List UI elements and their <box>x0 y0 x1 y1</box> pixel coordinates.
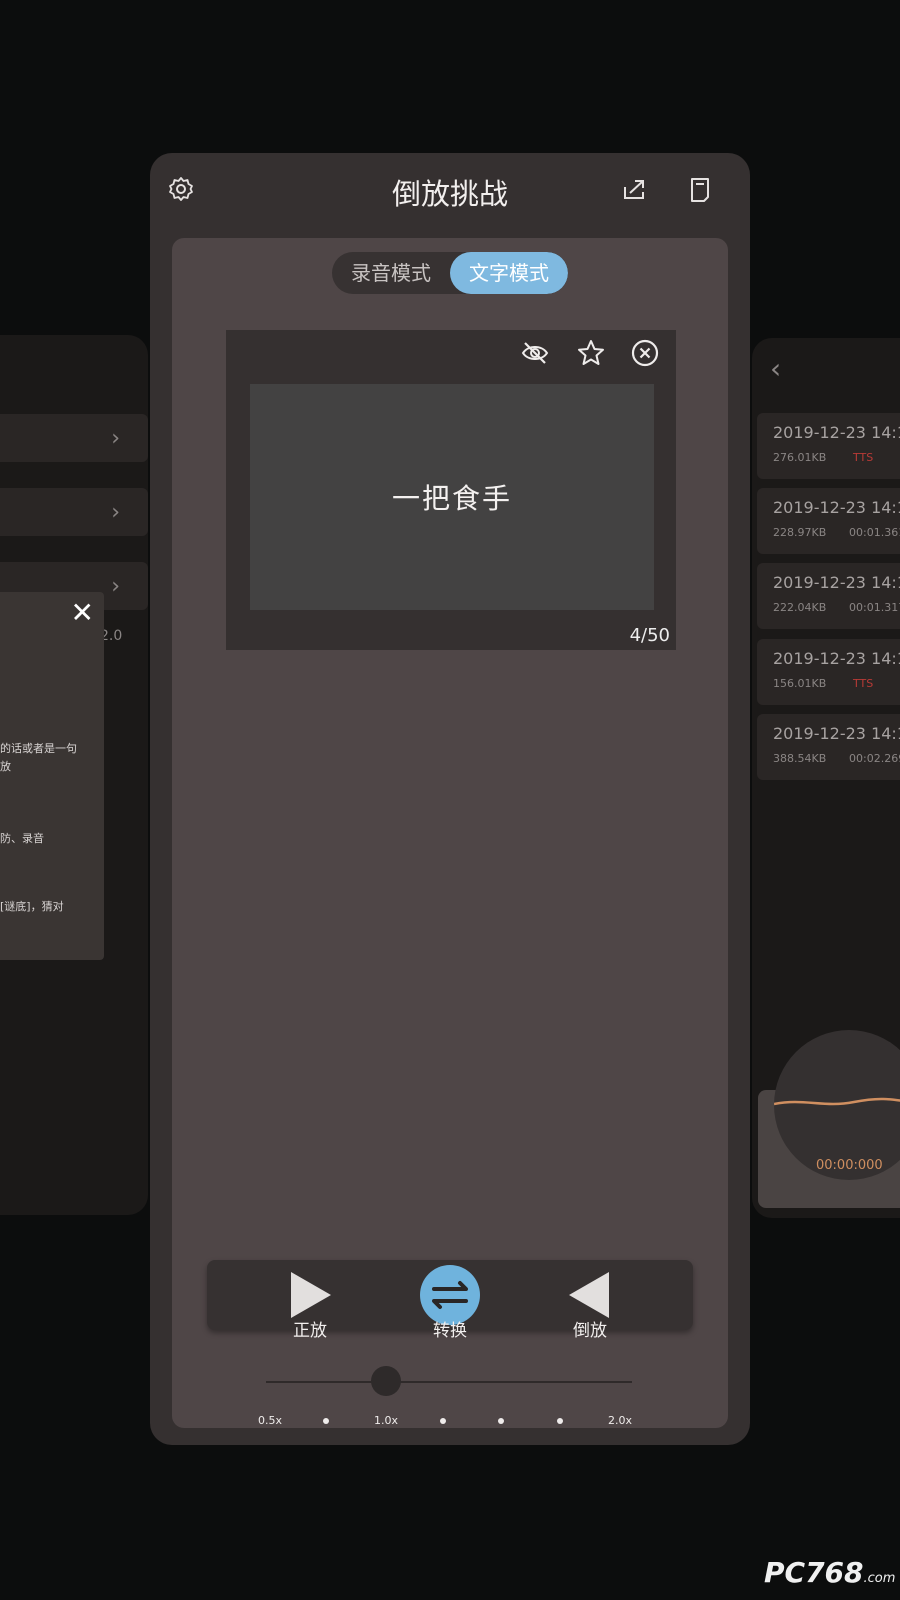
recording-datetime: 2019-12-23 14:1 <box>773 423 900 442</box>
recording-tts-badge: TTS <box>853 677 874 690</box>
recording-row: 2019-12-23 14:1 156.01KB TTS <box>757 639 900 705</box>
recording-datetime: 2019-12-23 14:1 <box>773 649 900 668</box>
speed-tick-dot <box>498 1418 504 1424</box>
chevron-right-icon: › <box>111 426 120 451</box>
dialog-text-line: 防、录音 <box>0 832 44 845</box>
speed-label-mid: 1.0x <box>374 1414 399 1427</box>
watermark-suffix: .com <box>863 1571 896 1586</box>
page-title: 倒放挑战 <box>391 177 508 211</box>
dialog-text-line: [谜底]，猜对 <box>0 900 64 913</box>
recording-row: 2019-12-23 14:1 222.04KB 00:01.317 <box>757 563 900 629</box>
recording-duration: 00:02.269 <box>849 752 900 765</box>
recording-size: 388.54KB <box>773 752 827 765</box>
chevron-right-icon: › <box>111 574 120 599</box>
recording-size: 276.01KB <box>773 451 827 464</box>
recording-duration: 00:01.361 <box>849 526 900 539</box>
play-forward-label: 正放 <box>293 1321 327 1341</box>
dialog-text-line: 放 <box>0 760 11 773</box>
recording-size: 228.97KB <box>773 526 827 539</box>
back-arrow-icon: ‹ <box>770 352 782 385</box>
recording-datetime: 2019-12-23 14:1 <box>773 573 900 592</box>
star-icon[interactable] <box>576 338 606 368</box>
speed-tick-dot <box>440 1418 446 1424</box>
left-setting-row: › <box>0 414 148 462</box>
share-icon[interactable] <box>620 175 648 203</box>
recording-duration: 00:01.317 <box>849 601 900 614</box>
watermark-brand: PC768 <box>764 1556 864 1589</box>
speed-tick-dot <box>323 1418 329 1424</box>
convert-label: 转换 <box>433 1321 467 1341</box>
speed-slider-knob[interactable] <box>371 1366 401 1396</box>
left-setting-row: › <box>0 488 148 536</box>
main-card: 倒放挑战 录音模式 文字模式 一把食手 4/50 正放 转换 倒放 0.5x 1… <box>150 153 750 1445</box>
speed-tick-dot <box>557 1418 563 1424</box>
chevron-right-icon: › <box>111 500 120 525</box>
speed-label-min: 0.5x <box>258 1414 283 1427</box>
recording-size: 222.04KB <box>773 601 827 614</box>
word-counter: 4/50 <box>629 625 670 646</box>
eye-off-icon[interactable] <box>520 338 550 368</box>
mode-toggle: 录音模式 文字模式 <box>332 252 568 294</box>
speed-label-max: 2.0x <box>608 1414 633 1427</box>
recording-row: 2019-12-23 14:1 276.01KB TTS <box>757 413 900 479</box>
recording-size: 156.01KB <box>773 677 827 690</box>
word-card: 一把食手 4/50 <box>226 330 676 650</box>
recording-row: 2019-12-23 14:1 228.97KB 00:01.361 <box>757 488 900 554</box>
recorder-time: 00:00:000 <box>816 1158 883 1173</box>
recording-row: 2019-12-23 14:1 388.54KB 00:02.269 <box>757 714 900 780</box>
watermark-logo: PC768.com <box>764 1556 895 1589</box>
mode-text-tab[interactable]: 文字模式 <box>450 252 568 294</box>
recording-tts-badge: TTS <box>853 451 874 464</box>
recording-datetime: 2019-12-23 14:1 <box>773 724 900 743</box>
close-circle-icon[interactable] <box>630 338 660 368</box>
dialog-text-line: 的话或者是一句 <box>0 742 77 755</box>
mode-record-tab[interactable]: 录音模式 <box>332 252 450 294</box>
content-panel: 录音模式 文字模式 一把食手 4/50 正放 转换 倒放 0.5x 1.0x 2… <box>172 238 728 1428</box>
speed-slider-track[interactable] <box>266 1381 632 1383</box>
note-icon[interactable] <box>686 175 714 203</box>
background-help-dialog: ✕ 的话或者是一句 放 防、录音 [谜底]，猜对 <box>0 592 104 960</box>
word-display: 一把食手 <box>250 384 654 610</box>
play-reverse-label: 倒放 <box>573 1321 607 1341</box>
waveform-icon <box>774 1097 900 1106</box>
close-icon: ✕ <box>70 596 94 629</box>
recording-datetime: 2019-12-23 14:1 <box>773 498 900 517</box>
